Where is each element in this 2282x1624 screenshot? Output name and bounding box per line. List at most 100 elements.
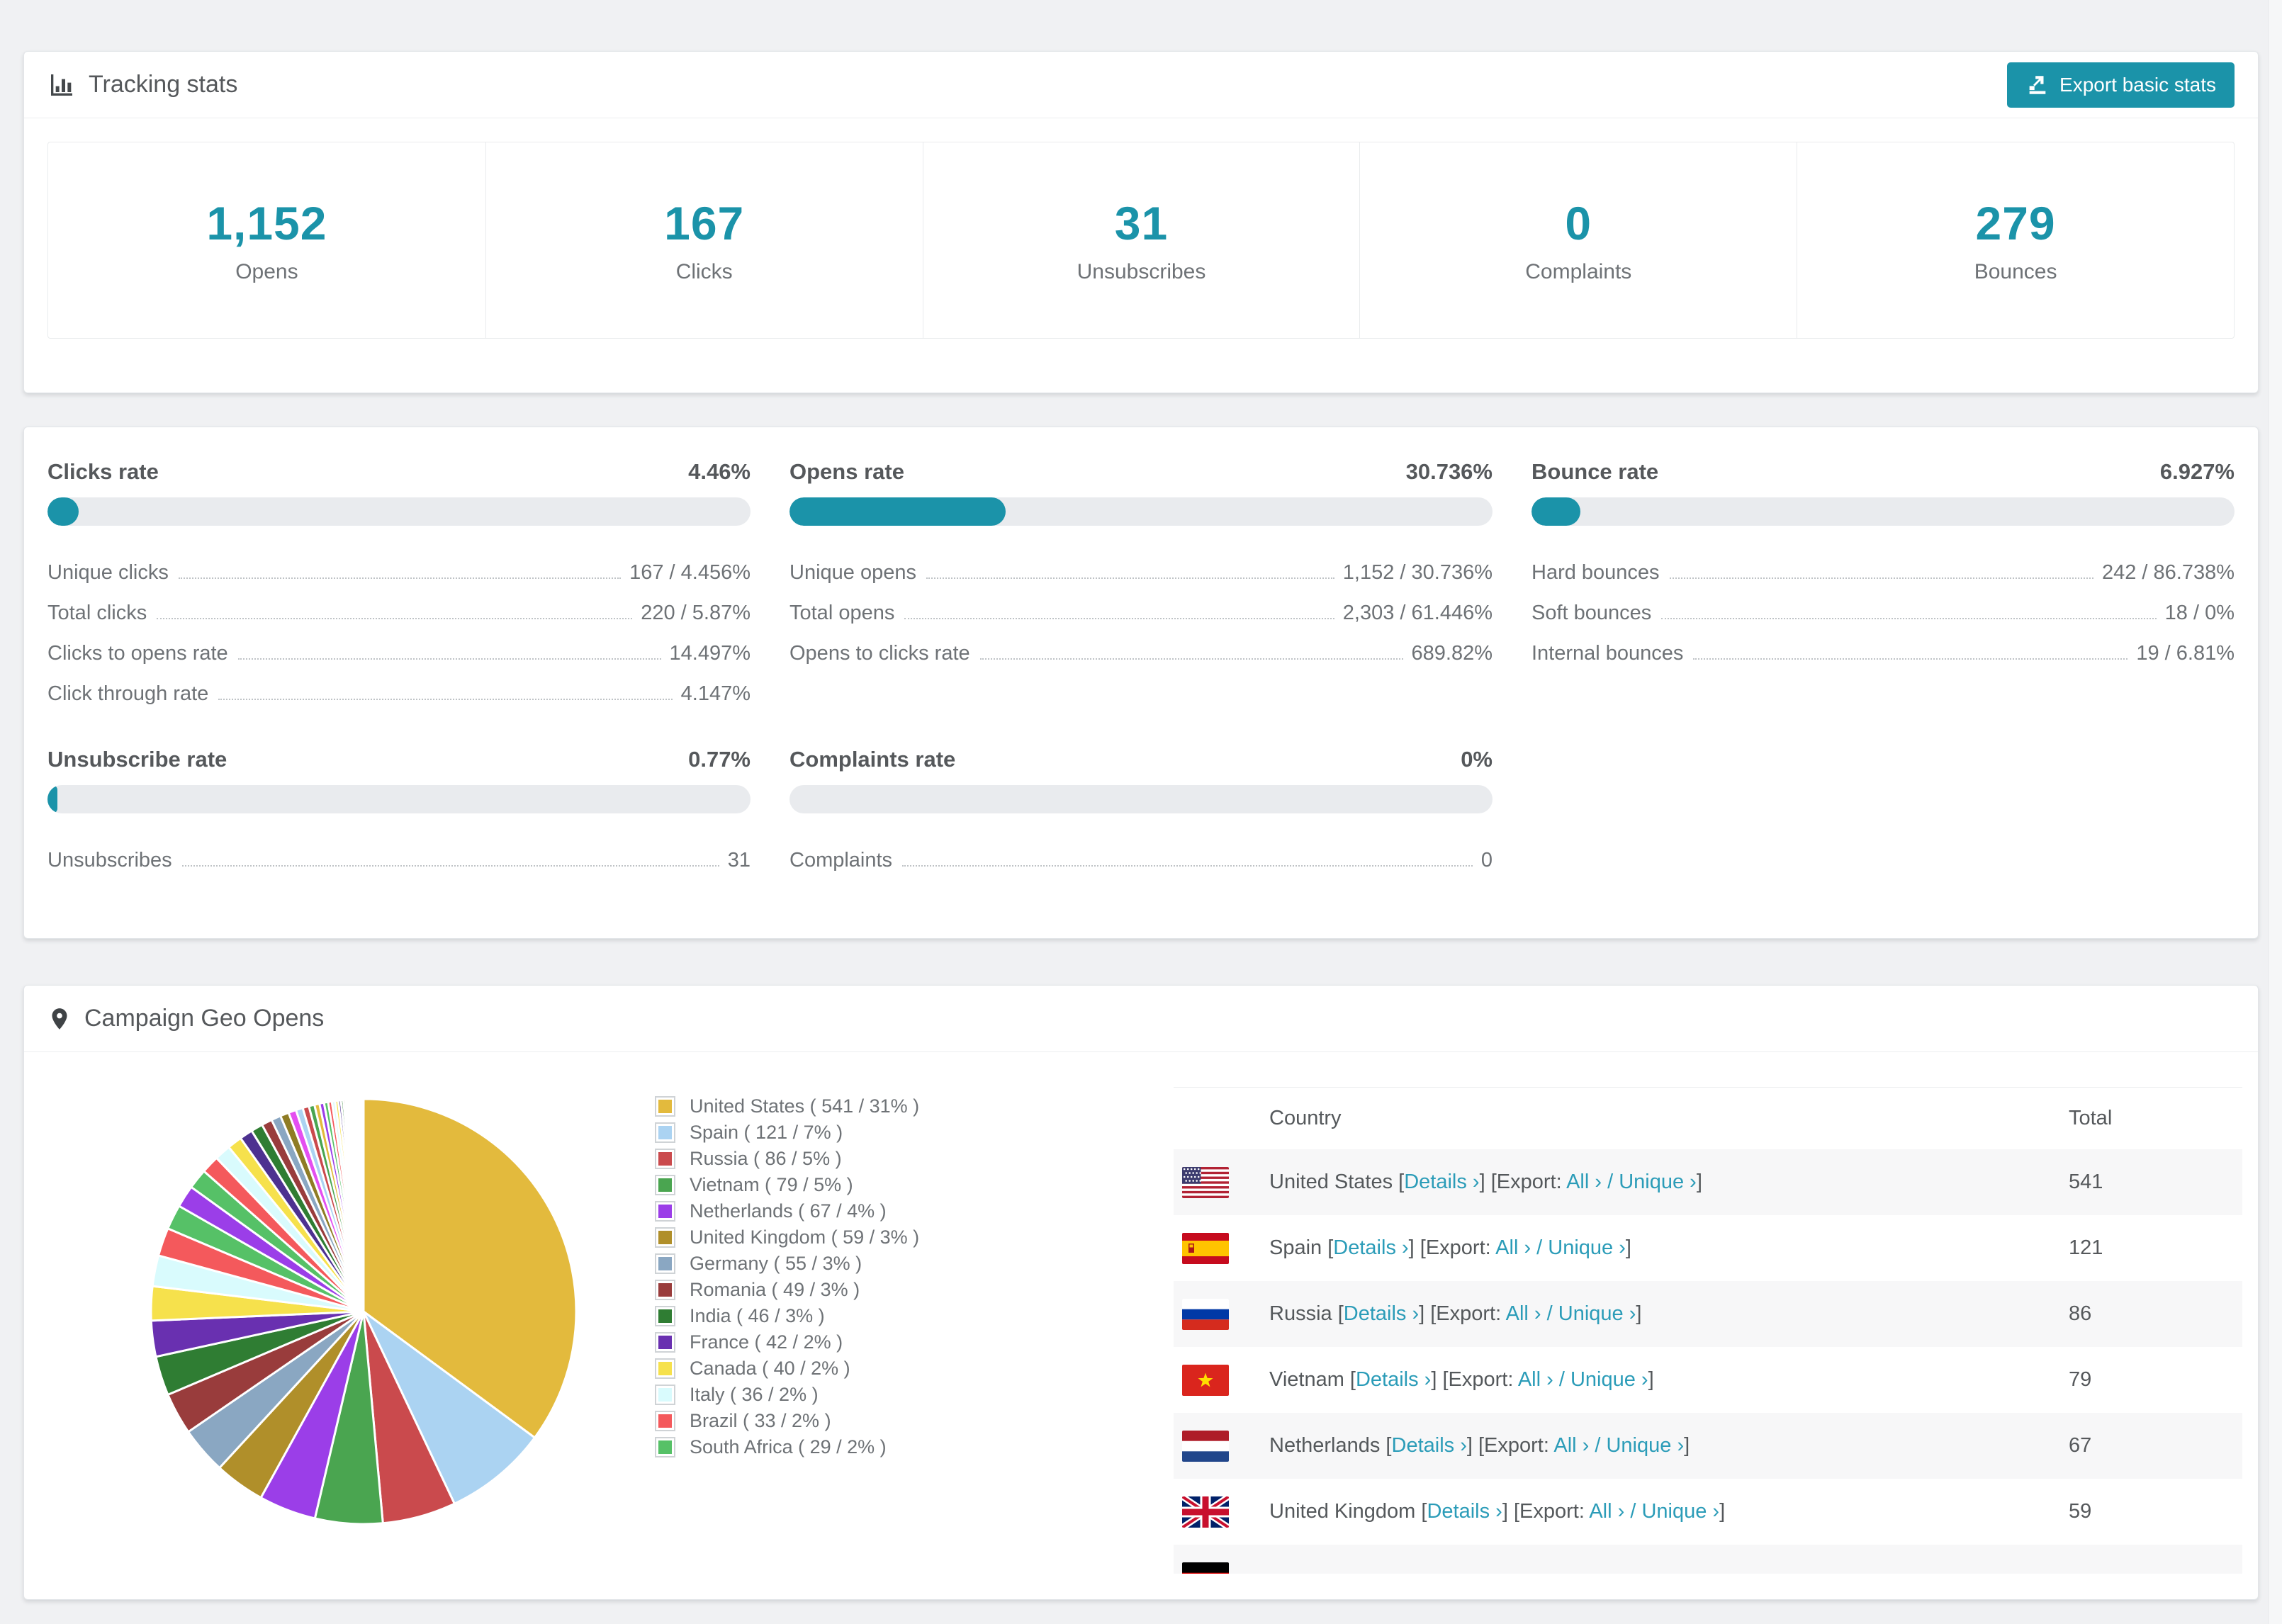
rate-head: Complaints rate 0% bbox=[789, 747, 1493, 772]
rate-head: Unsubscribe rate 0.77% bbox=[47, 747, 751, 772]
legend-item[interactable]: South Africa ( 29 / 2% ) bbox=[655, 1434, 919, 1460]
legend-item[interactable]: United Kingdom ( 59 / 3% ) bbox=[655, 1224, 919, 1251]
details-link[interactable]: Details › bbox=[1392, 1434, 1467, 1457]
details-link[interactable]: Details › bbox=[1427, 1500, 1502, 1523]
legend-swatch bbox=[655, 1096, 675, 1117]
rate-value: 0.77% bbox=[688, 747, 751, 772]
country-flag-icon-es bbox=[1182, 1232, 1229, 1264]
dotted-leader bbox=[902, 865, 1473, 867]
progress-fill bbox=[789, 497, 1006, 526]
export-unique-link[interactable]: Unique › bbox=[1570, 1368, 1648, 1391]
stat-label: Unsubscribes bbox=[1077, 260, 1206, 283]
legend-item[interactable]: Spain ( 121 / 7% ) bbox=[655, 1120, 919, 1146]
export-unique-link[interactable]: Unique › bbox=[1619, 1171, 1697, 1193]
country-cell: Russia [Details ›] [Export: All › / Uniq… bbox=[1269, 1302, 1642, 1325]
metric-label: Complaints bbox=[789, 849, 893, 872]
legend-item[interactable]: United States ( 541 / 31% ) bbox=[655, 1093, 919, 1120]
map-pin-icon bbox=[52, 1008, 67, 1030]
country-flag-icon-ru bbox=[1182, 1298, 1229, 1330]
metric-value: 19 / 6.81% bbox=[2136, 642, 2235, 665]
export-basic-stats-button[interactable]: Export basic stats bbox=[2007, 62, 2235, 108]
metric-value: 2,303 / 61.446% bbox=[1342, 602, 1493, 624]
export-unique-link[interactable]: Unique › bbox=[1641, 1500, 1719, 1523]
geo-header: Campaign Geo Opens bbox=[24, 986, 2258, 1052]
metric-value: 689.82% bbox=[1411, 642, 1493, 665]
stat-label: Opens bbox=[235, 260, 298, 283]
export-all-link[interactable]: All › bbox=[1566, 1171, 1602, 1193]
rate-head: Clicks rate 4.46% bbox=[47, 459, 751, 485]
metric-value: 18 / 0% bbox=[2164, 602, 2235, 624]
metric-row: Total clicks 220 / 5.87% bbox=[47, 585, 751, 625]
legend-swatch bbox=[655, 1332, 675, 1353]
link-separator: / bbox=[1553, 1368, 1570, 1391]
metric-value: 0 bbox=[1480, 849, 1493, 872]
legend-item[interactable]: France ( 42 / 2% ) bbox=[655, 1329, 919, 1355]
rate-title: Clicks rate bbox=[47, 459, 159, 484]
export-all-link[interactable]: All › bbox=[1495, 1236, 1531, 1259]
legend-item[interactable]: Netherlands ( 67 / 4% ) bbox=[655, 1198, 919, 1224]
legend-swatch bbox=[655, 1253, 675, 1274]
legend-item[interactable]: Italy ( 36 / 2% ) bbox=[655, 1382, 919, 1408]
export-all-link[interactable]: All › bbox=[1506, 1302, 1541, 1325]
legend-label: United Kingdom ( 59 / 3% ) bbox=[690, 1227, 920, 1248]
metric-row: Unique clicks 167 / 4.456% bbox=[47, 544, 751, 585]
tracking-stats-card: Tracking stats Export basic stats 1,152 O… bbox=[23, 51, 2259, 393]
legend-item[interactable]: Germany ( 55 / 3% ) bbox=[655, 1251, 919, 1277]
stat-label: Bounces bbox=[1974, 260, 2057, 283]
dotted-leader bbox=[904, 618, 1334, 619]
metric-label: Soft bounces bbox=[1531, 602, 1652, 624]
legend-item[interactable]: Canada ( 40 / 2% ) bbox=[655, 1355, 919, 1382]
stat-card-unsubscribes: 31 Unsubscribes bbox=[922, 142, 1360, 338]
rate-block-clicks-rate: Clicks rate 4.46% Unique clicks 167 / 4.456… bbox=[47, 459, 751, 706]
legend-item[interactable]: Russia ( 86 / 5% ) bbox=[655, 1146, 919, 1172]
details-link[interactable]: Details › bbox=[1344, 1302, 1419, 1325]
total-column-header: Total bbox=[2069, 1107, 2113, 1129]
tracking-stats-header: Tracking stats Export basic stats bbox=[24, 52, 2258, 118]
rate-title: Opens rate bbox=[789, 459, 904, 484]
rates-grid: Clicks rate 4.46% Unique clicks 167 / 4.456… bbox=[47, 459, 2235, 872]
campaign-stats-page: Tracking stats Export basic stats 1,152 O… bbox=[0, 0, 2282, 1624]
geo-pie-chart[interactable]: United StatesSpainRussiaVietnamNetherlan… bbox=[137, 1085, 590, 1538]
table-row: Russia [Details ›] [Export: All › / Uniq… bbox=[1174, 1281, 2242, 1347]
export-all-link[interactable]: All › bbox=[1589, 1500, 1624, 1523]
metric-row: Unique opens 1,152 / 30.736% bbox=[789, 544, 1493, 585]
legend-item[interactable]: Vietnam ( 79 / 5% ) bbox=[655, 1172, 919, 1198]
details-link[interactable]: Details › bbox=[1356, 1368, 1431, 1391]
legend-label: Vietnam ( 79 / 5% ) bbox=[690, 1174, 853, 1195]
rate-block-complaints-rate: Complaints rate 0% Complaints 0 bbox=[789, 747, 1493, 872]
export-unique-link[interactable]: Unique › bbox=[1606, 1434, 1684, 1457]
details-link[interactable]: Details › bbox=[1404, 1171, 1479, 1193]
page-scrollbar-track[interactable] bbox=[2268, 0, 2282, 1624]
legend-label: Netherlands ( 67 / 4% ) bbox=[690, 1200, 887, 1222]
country-flag-icon-gb bbox=[1182, 1496, 1229, 1528]
country-column-header: Country bbox=[1269, 1107, 1342, 1129]
metric-value: 242 / 86.738% bbox=[2101, 561, 2235, 584]
link-separator: / bbox=[1531, 1236, 1548, 1259]
total-value: 79 bbox=[2069, 1368, 2092, 1391]
legend-item[interactable]: Brazil ( 33 / 2% ) bbox=[655, 1408, 919, 1434]
legend-item[interactable]: India ( 46 / 3% ) bbox=[655, 1303, 919, 1329]
legend-item[interactable]: Romania ( 49 / 3% ) bbox=[655, 1277, 919, 1303]
metric-label: Unsubscribes bbox=[47, 849, 172, 872]
export-all-link[interactable]: All › bbox=[1518, 1368, 1553, 1391]
link-separator: / bbox=[1624, 1500, 1642, 1523]
country-cell: Netherlands [Details ›] [Export: All › /… bbox=[1269, 1434, 1690, 1457]
progress-fill bbox=[47, 785, 57, 813]
metric-rows: Unsubscribes 31 bbox=[47, 832, 751, 872]
export-all-link[interactable]: All › bbox=[1553, 1434, 1589, 1457]
metric-label: Click through rate bbox=[47, 682, 209, 705]
metric-rows: Unique clicks 167 / 4.456% Total clicks 220… bbox=[47, 544, 751, 706]
progress-track bbox=[1531, 497, 2235, 526]
legend-label: South Africa ( 29 / 2% ) bbox=[690, 1436, 887, 1457]
metric-row: Clicks to opens rate 14.497% bbox=[47, 625, 751, 665]
details-link[interactable]: Details › bbox=[1333, 1236, 1408, 1259]
export-unique-link[interactable]: Unique › bbox=[1548, 1236, 1626, 1259]
legend-swatch bbox=[655, 1437, 675, 1457]
page-title: Tracking stats bbox=[89, 71, 238, 98]
rate-title: Bounce rate bbox=[1531, 459, 1659, 484]
table-row-partial bbox=[1174, 1545, 2242, 1574]
export-unique-link[interactable]: Unique › bbox=[1558, 1302, 1636, 1325]
metric-row: Opens to clicks rate 689.82% bbox=[789, 625, 1493, 665]
dotted-leader bbox=[1661, 618, 2157, 619]
stat-card-bounces: 279 Bounces bbox=[1797, 142, 2234, 338]
